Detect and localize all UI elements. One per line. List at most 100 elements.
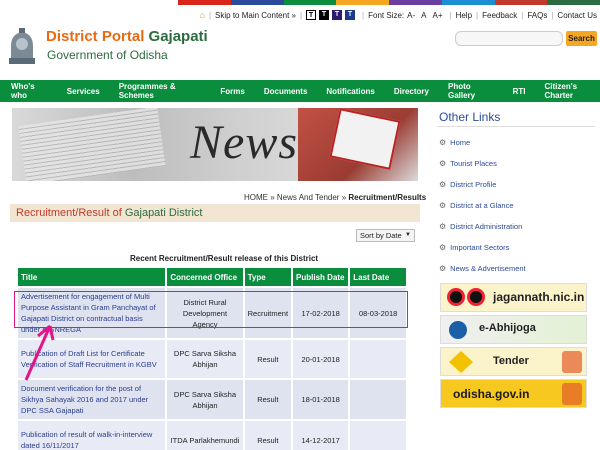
feedback-link[interactable]: Feedback [482, 11, 517, 20]
font-size-label: Font Size: [368, 10, 405, 20]
color-strip-segment [547, 0, 600, 5]
nav-directory[interactable]: Directory [394, 87, 429, 96]
jagannath-banner-link[interactable]: jagannath.nic.in [440, 283, 587, 312]
help-link[interactable]: Help [456, 11, 472, 20]
nav-citizens-charter[interactable]: Citizen's Charter [545, 82, 600, 100]
banner-label: Tender [493, 355, 529, 367]
table-caption: Recent Recruitment/Result release of thi… [130, 254, 319, 263]
divider [437, 126, 595, 127]
other-link-label: District Administration [450, 222, 523, 231]
nav-notifications[interactable]: Notifications [326, 87, 374, 96]
banner-label: e-Abhijoga [479, 322, 536, 334]
decorative-art-icon [562, 351, 582, 373]
color-strip-segment [230, 0, 284, 5]
gear-icon: ⚙ [439, 264, 447, 273]
cell-last-date [350, 380, 406, 419]
nav-rti[interactable]: RTI [513, 87, 526, 96]
decorative-art-icon [562, 383, 582, 405]
cell-office: DPC Sarva Siksha Abhijan [167, 340, 243, 378]
odisha-gov-banner-link[interactable]: odisha.gov.in [440, 379, 587, 408]
breadcrumb-home[interactable]: HOME [244, 193, 268, 202]
annotation-arrow-icon [24, 324, 55, 381]
other-link-label: News & Advertisement [450, 264, 526, 273]
gavel-icon [449, 351, 473, 373]
nav-whos-who[interactable]: Who's who [11, 82, 48, 100]
other-link-home[interactable]: ⚙ Home [439, 132, 597, 153]
table-row[interactable]: Publication of Draft List for Certificat… [18, 340, 406, 378]
contrast-dark-button[interactable]: T [319, 10, 330, 20]
column-header-title[interactable]: Title [18, 268, 166, 286]
highlight-box [14, 291, 408, 328]
page-title-prefix: Recruitment/Result of [16, 207, 122, 219]
banner-newspaper-graphic [18, 108, 166, 181]
cell-publish-date: 20-01-2018 [293, 340, 349, 378]
font-increase-button[interactable]: A+ [432, 11, 442, 20]
other-link-district-profile[interactable]: ⚙ District Profile [439, 174, 597, 195]
news-banner: News [12, 108, 418, 181]
font-decrease-button[interactable]: A- [407, 11, 415, 20]
breadcrumb-news-and-tender[interactable]: News And Tender [277, 193, 340, 202]
jagannath-eyes-icon [447, 288, 485, 308]
nav-photo-gallery[interactable]: Photo Gallery [448, 82, 494, 100]
contrast-blue-button[interactable]: T [332, 10, 343, 20]
color-strip-segment [494, 0, 548, 5]
cell-title[interactable]: Document verification for the post of Si… [18, 380, 166, 419]
skip-to-main-content-link[interactable]: Skip to Main Content » [215, 11, 296, 20]
column-header-last-date[interactable]: Last Date [350, 268, 406, 286]
utility-bar: ⌂ | Skip to Main Content » | T T T T | F… [199, 10, 597, 20]
banner-label: odisha.gov.in [453, 387, 530, 401]
emblem-logo [9, 28, 35, 64]
cell-publish-date: 14-12-2017 [293, 421, 349, 450]
table-row[interactable]: Document verification for the post of Si… [18, 380, 406, 419]
search-button[interactable]: Search [566, 31, 597, 46]
other-link-news-advertisement[interactable]: ⚙ News & Advertisement [439, 258, 597, 279]
other-link-district-at-a-glance[interactable]: ⚙ District at a Glance [439, 195, 597, 216]
cell-office: ITDA Parlakhemundi [167, 421, 243, 450]
other-links-list: ⚙ Home ⚙ Tourist Places ⚙ District Profile … [439, 132, 597, 279]
cell-type: Result [244, 421, 292, 450]
chevron-down-icon: ▼ [405, 232, 411, 238]
column-header-publish-date[interactable]: Publish Date [293, 268, 349, 286]
contact-us-link[interactable]: Contact Us [557, 11, 597, 20]
breadcrumb-current: Recruitment/Results [348, 193, 427, 202]
gear-icon: ⚙ [439, 201, 447, 210]
other-link-label: Important Sectors [450, 243, 510, 252]
main-nav: Who's who Services Programmes & Schemes … [0, 80, 600, 102]
other-link-label: Tourist Places [450, 159, 497, 168]
contrast-navy-button[interactable]: T [345, 10, 356, 20]
portal-title: District Portal Gajapati [46, 28, 208, 45]
gear-icon: ⚙ [439, 138, 447, 147]
gear-icon: ⚙ [439, 243, 447, 252]
nav-documents[interactable]: Documents [264, 87, 308, 96]
table-row[interactable]: Publication of result of walk-in-intervi… [18, 421, 406, 450]
cell-type: Result [244, 380, 292, 419]
cell-title[interactable]: Publication of result of walk-in-intervi… [18, 421, 166, 450]
top-color-strip [178, 0, 600, 5]
nav-forms[interactable]: Forms [220, 87, 244, 96]
other-link-important-sectors[interactable]: ⚙ Important Sectors [439, 237, 597, 258]
e-abhijoga-banner-link[interactable]: e-Abhijoga [440, 315, 587, 344]
page-title-district: Gajapati District [124, 207, 203, 219]
nav-services[interactable]: Services [67, 87, 100, 96]
contrast-default-button[interactable]: T [306, 10, 317, 20]
home-icon[interactable]: ⌂ [200, 10, 205, 20]
portal-title-district: Gajapati [148, 28, 208, 45]
color-strip-segment [178, 0, 231, 5]
cell-last-date [350, 421, 406, 450]
nav-programmes-schemes[interactable]: Programmes & Schemes [119, 82, 202, 100]
search-input[interactable] [455, 31, 563, 46]
gear-icon: ⚙ [439, 222, 447, 231]
sort-by-select[interactable]: Sort by Date ▼ [356, 229, 415, 242]
portal-title-prefix: District Portal [46, 28, 145, 45]
other-link-district-administration[interactable]: ⚙ District Administration [439, 216, 597, 237]
tender-banner-link[interactable]: Tender [440, 347, 587, 376]
faqs-link[interactable]: FAQs [527, 11, 547, 20]
column-header-office[interactable]: Concerned Office [167, 268, 243, 286]
gear-icon: ⚙ [439, 180, 447, 189]
font-normal-button[interactable]: A [421, 11, 426, 20]
other-link-tourist-places[interactable]: ⚙ Tourist Places [439, 153, 597, 174]
cell-type: Result [244, 340, 292, 378]
column-header-type[interactable]: Type [244, 268, 292, 286]
other-link-label: District Profile [450, 180, 497, 189]
gear-icon: ⚙ [439, 159, 447, 168]
